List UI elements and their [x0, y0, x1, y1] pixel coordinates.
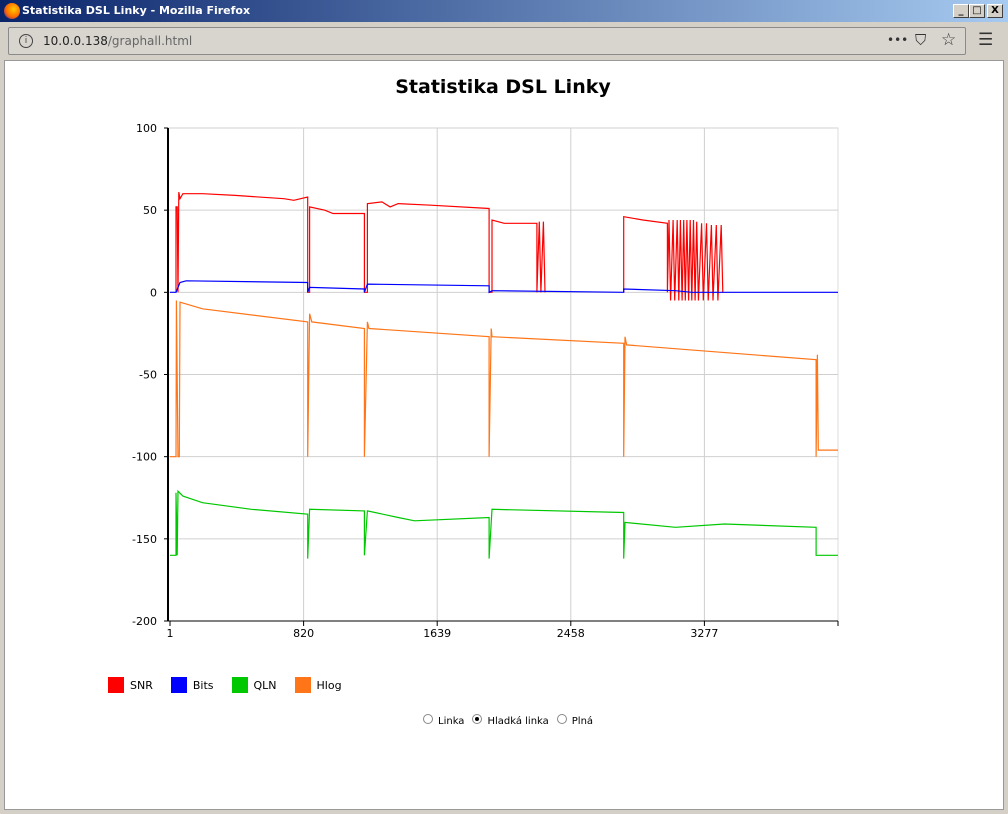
chart-title: Statistika DSL Linky [395, 76, 611, 98]
series-line-hlog [170, 300, 838, 458]
legend-label: QLN [253, 678, 277, 692]
y-tick-label: 100 [136, 122, 157, 135]
radio-label: Plná [571, 716, 594, 727]
dsl-chart: Statistika DSL Linky 100 50 0 -50 -100 -150 -2… [132, 76, 839, 640]
legend-label: Hlog [316, 678, 342, 692]
x-tick-label: 2458 [557, 627, 585, 640]
x-tick-label: 3277 [690, 627, 718, 640]
radio-label: Hladká linka [487, 716, 549, 727]
y-tick-label: -50 [139, 369, 157, 382]
x-tick-label: 820 [293, 627, 314, 640]
legend-swatch [108, 677, 124, 693]
y-tick-label: -150 [132, 533, 157, 546]
y-tick-label: 0 [150, 286, 157, 299]
radio-button[interactable] [472, 713, 483, 724]
legend-swatch [231, 677, 248, 693]
legend-swatch [170, 677, 187, 693]
legend-item-bits: Bits [170, 677, 214, 693]
radio-option[interactable]: Linka [423, 713, 465, 727]
y-tick-label: -100 [132, 451, 157, 464]
series-line-qln [170, 489, 838, 559]
radio-option[interactable]: Hladká linka [472, 713, 549, 727]
x-tick-label: 1 [167, 627, 174, 640]
radio-button[interactable] [556, 713, 567, 724]
legend-item-hlog: Hlog [294, 677, 342, 693]
series-line-snr [175, 191, 724, 301]
radio-button[interactable] [423, 713, 433, 724]
legend-item-snr: SNR [108, 677, 153, 693]
x-tick-label: 1639 [423, 627, 451, 640]
y-tick-label: 50 [143, 204, 157, 217]
radio-option[interactable]: Plná [556, 713, 594, 727]
legend-label: SNR [130, 678, 153, 692]
legend-swatch [294, 677, 311, 693]
legend-item-qln: QLN [231, 677, 277, 693]
legend-label: Bits [192, 678, 214, 692]
series-line-bits [170, 280, 838, 294]
y-tick-label: -200 [132, 615, 157, 628]
chart-legend: SNR Bits QLN Hlog [108, 677, 360, 693]
radio-label: Linka [438, 716, 465, 727]
line-style-radio-group: Linka Hladká linka Plná [423, 713, 601, 727]
